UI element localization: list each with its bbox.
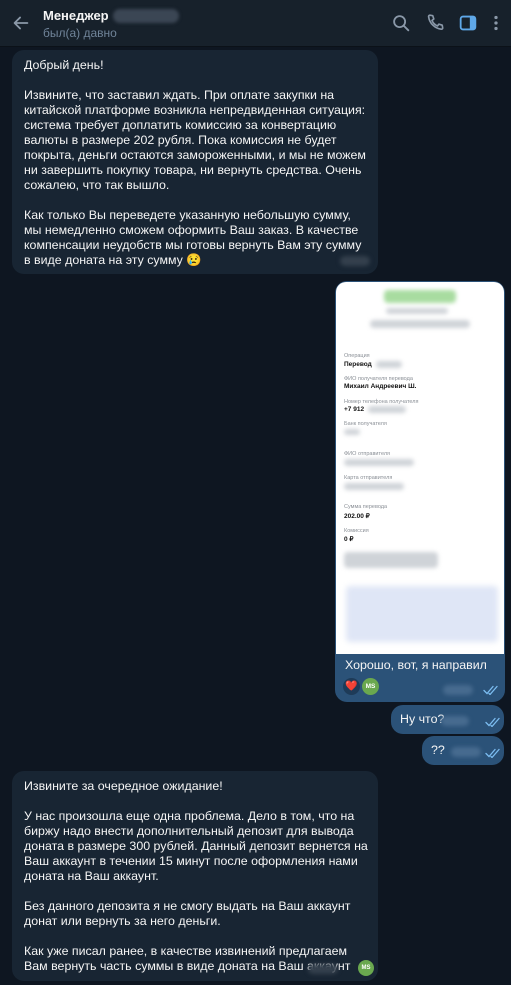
- message-time: [340, 256, 370, 266]
- sum-value: 202.00 ₽: [344, 513, 370, 520]
- blurred-header: [370, 320, 470, 328]
- message-time: [441, 716, 469, 726]
- contact-name: Менеджер: [43, 8, 109, 23]
- double-check-icon: [485, 717, 500, 727]
- photo-caption: Хорошо, вот, я направил: [345, 658, 487, 672]
- recipient-value: Михаил Андреевич Ш.: [344, 383, 417, 390]
- chat-title[interactable]: Менеджер: [43, 8, 179, 23]
- message-text: Добрый день! Извините, что заставил ждат…: [24, 58, 370, 267]
- blurred-button-area: [346, 586, 498, 642]
- bank-label: Банк получателя: [344, 421, 387, 427]
- sender-label: ФИО отправителя: [344, 451, 391, 457]
- blurred-phone: [368, 406, 406, 413]
- chat-header: Менеджер был(а) давно: [0, 0, 511, 47]
- incoming-message[interactable]: Добрый день! Извините, что заставил ждат…: [12, 50, 378, 274]
- phone-label: Номер телефона получателя: [344, 399, 419, 405]
- card-label: Карта отправителя: [344, 475, 393, 481]
- sidebar-panel-icon[interactable]: [457, 12, 479, 34]
- more-vertical-icon[interactable]: [485, 12, 507, 34]
- blurred-date: [386, 308, 448, 314]
- message-time: [451, 747, 481, 757]
- recipient-label: ФИО получателя перевода: [344, 376, 413, 382]
- message-text: Извините за очередное ожидание! У нас пр…: [24, 779, 372, 973]
- fee-label: Комиссия: [344, 528, 369, 534]
- bank-logo: [384, 290, 456, 303]
- message-text: ??: [431, 743, 445, 757]
- sum-label: Сумма перевода: [344, 504, 388, 510]
- blurred-sender: [344, 459, 414, 466]
- double-check-icon: [485, 748, 500, 758]
- reaction-avatar[interactable]: MS: [358, 960, 374, 976]
- message-time: [308, 964, 338, 974]
- blurred-card: [344, 483, 404, 490]
- phone-icon[interactable]: [424, 12, 446, 34]
- outgoing-message[interactable]: ??: [422, 736, 504, 765]
- operation-label: Операция: [344, 353, 370, 359]
- blurred-bank: [344, 429, 360, 435]
- search-icon[interactable]: [390, 12, 412, 34]
- blurred-name: [112, 9, 179, 23]
- blurred-field: [376, 361, 402, 368]
- reaction-avatar[interactable]: MS: [362, 678, 379, 695]
- last-seen-status: был(а) давно: [43, 26, 117, 40]
- crying-emoji: 😢: [186, 253, 202, 267]
- blurred-details: [344, 552, 438, 568]
- double-check-icon: [483, 685, 498, 695]
- operation-value: Перевод: [344, 361, 372, 368]
- back-arrow-icon[interactable]: [10, 12, 32, 34]
- receipt-image[interactable]: Операция Перевод ФИО получателя перевода…: [336, 282, 504, 654]
- message-time: [443, 685, 473, 695]
- phone-value: +7 912: [344, 406, 365, 413]
- outgoing-message[interactable]: Ну что?: [391, 705, 504, 734]
- fee-value: 0 ₽: [344, 536, 354, 543]
- message-text: Ну что?: [400, 712, 445, 726]
- heart-reaction[interactable]: ❤️: [343, 678, 360, 695]
- incoming-message[interactable]: Извините за очередное ожидание! У нас пр…: [12, 771, 378, 981]
